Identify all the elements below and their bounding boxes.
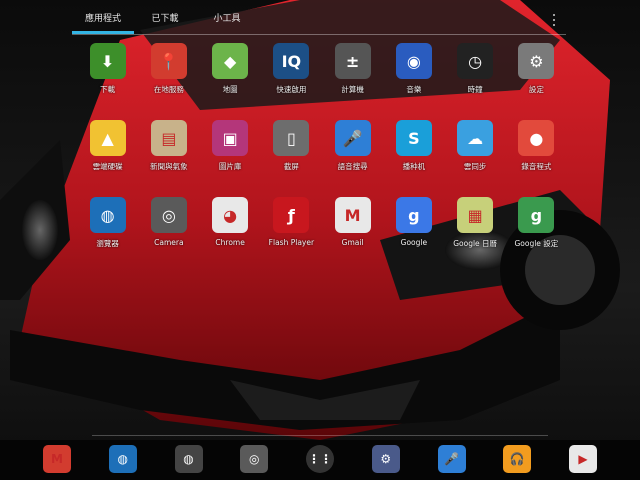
dock-voice-search[interactable]: 🎤	[435, 444, 469, 474]
quick-launch-icon: IQ	[273, 43, 310, 79]
camera-icon: ◎	[240, 445, 269, 473]
app-label: 截屏	[283, 162, 299, 171]
app-label: 快速啟用	[276, 85, 307, 94]
app-label: Google 日曆	[453, 239, 498, 248]
camera-icon: ◎	[150, 197, 187, 233]
voice-search-icon: 🎤	[437, 445, 466, 473]
dock-gmail[interactable]: M	[40, 444, 74, 474]
dock-camera[interactable]: ◎	[237, 444, 271, 474]
settings-icon: ⚙	[518, 43, 555, 79]
calculator-icon: ±	[334, 43, 371, 79]
app-drive[interactable]: ▲ 雲端硬碟	[77, 120, 138, 197]
app-drawer-tabs: 應用程式 已下載 小工具	[72, 8, 258, 34]
google-settings-icon: g	[518, 197, 555, 233]
app-label: 語音搜尋	[337, 162, 368, 171]
cloud-sync-icon: ☁	[457, 120, 494, 156]
settings-icon: ⚙	[371, 445, 400, 473]
app-calculator[interactable]: ± 計算機	[322, 43, 383, 120]
tab-widgets[interactable]: 小工具	[196, 8, 258, 34]
screenshot-icon: ▯	[273, 120, 310, 156]
all-apps-icon: ⋮⋮	[306, 445, 334, 473]
app-google-settings[interactable]: g Google 設定	[506, 197, 567, 274]
app-label: Camera	[154, 238, 184, 247]
flash-icon: ƒ	[273, 197, 310, 233]
app-cloud-sync[interactable]: ☁ 雲同步	[445, 120, 506, 197]
app-gallery[interactable]: ▣ 圖片庫	[200, 120, 261, 197]
gmail-icon: M	[43, 445, 71, 473]
dock-all-apps[interactable]: ⋮⋮	[303, 444, 337, 474]
dock-play-store[interactable]: ▶	[566, 444, 600, 474]
browser-icon: ◍	[89, 197, 126, 233]
gmail-icon: M	[334, 197, 371, 233]
overflow-menu-icon[interactable]	[548, 12, 560, 28]
app-label: 時鐘	[467, 85, 483, 94]
browser-icon: ◍	[108, 445, 137, 473]
music-icon: ◉	[395, 43, 432, 79]
tab-downloaded[interactable]: 已下載	[134, 8, 196, 34]
google-search-icon: g	[395, 197, 432, 233]
app-recorder[interactable]: ● 錄音程式	[506, 120, 567, 197]
app-gmail[interactable]: M Gmail	[322, 197, 383, 274]
app-label: 新聞與氣象	[150, 162, 188, 171]
recorder-icon: ●	[518, 120, 555, 156]
app-label: 地圖	[222, 85, 238, 94]
download-icon: ⬇	[89, 43, 126, 79]
app-settings[interactable]: ⚙ 設定	[506, 43, 567, 120]
play-store-icon: ▶	[569, 445, 597, 473]
maps-icon: ◆	[212, 43, 249, 79]
news-weather-icon: ▤	[150, 120, 187, 156]
hotseat-dock: M ◍ ◍ ◎ ⋮⋮ ⚙ 🎤 🎧 ▶	[40, 442, 600, 476]
app-music[interactable]: ◉ 音樂	[383, 43, 444, 120]
app-news-weather[interactable]: ▤ 新聞與氣象	[138, 120, 199, 197]
chrome-icon: ◕	[212, 197, 249, 233]
local-pin-icon: 📍	[150, 43, 187, 79]
app-label: 音樂	[406, 85, 422, 94]
app-label: 在地服務	[153, 85, 184, 94]
app-label: 設定	[528, 85, 544, 94]
dock-globe[interactable]: ◍	[172, 444, 206, 474]
app-local-pin[interactable]: 📍 在地服務	[138, 43, 199, 120]
app-label: 計算機	[341, 85, 364, 94]
app-flash[interactable]: ƒ Flash Player	[261, 197, 322, 274]
dock-divider	[92, 435, 548, 436]
app-label: 播种机	[402, 162, 426, 171]
app-maps[interactable]: ◆ 地圖	[200, 43, 261, 120]
tab-apps[interactable]: 應用程式	[72, 8, 134, 34]
app-chrome[interactable]: ◕ Chrome	[200, 197, 261, 274]
app-screenshot[interactable]: ▯ 截屏	[261, 120, 322, 197]
app-download[interactable]: ⬇ 下載	[77, 43, 138, 120]
dock-play-music[interactable]: 🎧	[500, 444, 534, 474]
app-skype[interactable]: S 播种机	[383, 120, 444, 197]
app-label: Flash Player	[268, 238, 315, 247]
app-label: 雲同步	[463, 162, 487, 171]
calendar-icon: ▦	[457, 197, 494, 233]
app-browser[interactable]: ◍ 瀏覽器	[77, 197, 138, 274]
globe-icon: ◍	[174, 445, 203, 473]
app-label: Chrome	[215, 238, 245, 247]
app-label: 下載	[100, 85, 116, 94]
app-label: 圖片庫	[218, 162, 242, 171]
clock-icon: ◷	[457, 43, 494, 79]
app-camera[interactable]: ◎ Camera	[138, 197, 199, 274]
dock-browser[interactable]: ◍	[106, 444, 140, 474]
tabs-divider	[72, 34, 566, 35]
drive-icon: ▲	[89, 120, 126, 156]
voice-search-icon: 🎤	[334, 120, 371, 156]
app-label: Google	[400, 238, 428, 247]
dock-settings[interactable]: ⚙	[369, 444, 403, 474]
app-quick-launch[interactable]: IQ 快速啟用	[261, 43, 322, 120]
app-label: 雲端硬碟	[92, 162, 123, 171]
app-grid: ⬇ 下載 📍 在地服務 ◆ 地圖 IQ 快速啟用 ± 計算機 ◉ 音樂 ◷ 時鐘 ⚙ 設定 ▲ 雲端硬碟 ▤ 新聞與氣…	[77, 43, 567, 274]
app-label: 瀏覽器	[96, 239, 119, 248]
app-clock[interactable]: ◷ 時鐘	[445, 43, 506, 120]
app-calendar[interactable]: ▦ Google 日曆	[445, 197, 506, 274]
app-label: 錄音程式	[521, 162, 552, 171]
gallery-icon: ▣	[212, 120, 249, 156]
play-music-icon: 🎧	[503, 445, 532, 473]
app-voice-search[interactable]: 🎤 語音搜尋	[322, 120, 383, 197]
app-google-search[interactable]: g Google	[383, 197, 444, 274]
app-label: Google 設定	[514, 239, 559, 248]
app-label: Gmail	[341, 238, 364, 247]
skype-icon: S	[395, 120, 432, 156]
